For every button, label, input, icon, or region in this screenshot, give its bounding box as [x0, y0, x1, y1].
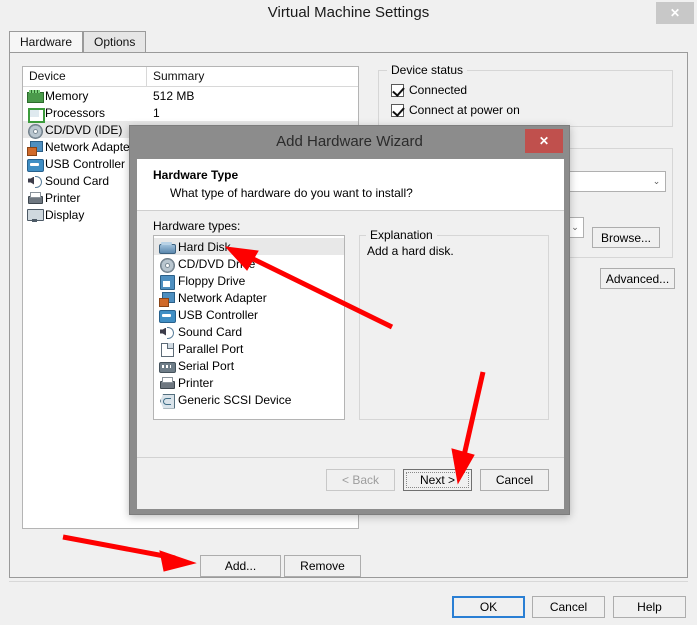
chevron-down-icon[interactable]: ⌄: [648, 172, 665, 191]
device-status-group: Device status Connected Connect at power…: [378, 63, 673, 127]
cancel-button[interactable]: Cancel: [532, 596, 605, 618]
checkbox-connected[interactable]: Connected: [391, 83, 467, 97]
device-name: Sound Card: [45, 173, 110, 188]
hardware-type-network-adapter[interactable]: Network Adapter: [154, 289, 344, 307]
device-summary: 512 MB: [153, 88, 195, 103]
column-header-summary[interactable]: Summary: [147, 67, 358, 86]
hard-disk-icon: [159, 240, 176, 254]
wizard-subheading: What type of hardware do you want to ins…: [170, 186, 413, 200]
device-row-memory[interactable]: Memory 512 MB: [23, 87, 358, 104]
hardware-type-label: Floppy Drive: [178, 273, 246, 288]
wizard-next-button[interactable]: Next >: [403, 469, 472, 491]
cd-dvd-icon: [27, 123, 43, 139]
checkbox-label: Connected: [409, 83, 468, 97]
explanation-text: Add a hard disk.: [367, 244, 454, 258]
hardware-type-hard-disk[interactable]: Hard Disk: [154, 238, 344, 255]
window-title: Virtual Machine Settings: [267, 4, 430, 21]
device-name: Printer: [45, 190, 81, 205]
ok-button[interactable]: OK: [452, 596, 525, 618]
device-name: Processors: [45, 105, 106, 120]
explanation-legend: Explanation: [366, 228, 437, 242]
wizard-back-button[interactable]: < Back: [326, 469, 395, 491]
hardware-type-floppy-drive[interactable]: Floppy Drive: [154, 272, 344, 290]
tab-options[interactable]: Options: [83, 31, 147, 53]
hardware-types-list[interactable]: Hard Disk CD/DVD Drive Floppy Drive Netw…: [153, 235, 345, 420]
hardware-type-usb-controller[interactable]: USB Controller: [154, 306, 344, 323]
memory-icon: [27, 89, 44, 103]
wizard-close-icon[interactable]: ✕: [525, 129, 563, 153]
window-titlebar: Virtual Machine Settings ✕: [0, 0, 697, 27]
checkbox-icon[interactable]: [391, 83, 404, 97]
hardware-type-sound-card[interactable]: Sound Card: [154, 323, 344, 340]
help-button[interactable]: Help: [613, 596, 686, 618]
hardware-type-serial-port[interactable]: Serial Port: [154, 357, 344, 374]
wizard-footer-divider: [137, 457, 564, 458]
checkbox-icon[interactable]: [391, 103, 404, 117]
hardware-types-label: Hardware types:: [153, 219, 241, 233]
checkbox-connect-at-power-on[interactable]: Connect at power on: [391, 103, 520, 117]
checkbox-label: Connect at power on: [409, 103, 520, 117]
explanation-group: Explanation Add a hard disk.: [359, 228, 549, 420]
network-adapter-icon: [27, 140, 43, 156]
generic-scsi-icon: [159, 393, 174, 407]
add-hardware-wizard-dialog: Add Hardware Wizard ✕ Hardware Type What…: [129, 125, 570, 515]
device-name: Network Adapter: [45, 139, 134, 154]
close-icon[interactable]: ✕: [656, 2, 694, 24]
device-row-processors[interactable]: Processors 1: [23, 104, 358, 123]
hardware-type-label: USB Controller: [178, 307, 259, 322]
connection-combo-top[interactable]: ⌄: [566, 171, 666, 192]
usb-controller-icon: [159, 308, 176, 323]
cd-dvd-drive-icon: [159, 257, 175, 273]
browse-button[interactable]: Browse...: [592, 227, 660, 248]
parallel-port-icon: [159, 342, 174, 357]
add-button[interactable]: Add...: [200, 555, 281, 577]
wizard-titlebar: Add Hardware Wizard ✕: [130, 126, 569, 159]
sound-card-icon: [159, 325, 174, 339]
tab-hardware[interactable]: Hardware: [9, 31, 84, 54]
wizard-header: Hardware Type What type of hardware do y…: [137, 159, 564, 211]
wizard-cancel-button[interactable]: Cancel: [480, 469, 549, 491]
hardware-type-label: Network Adapter: [178, 290, 267, 305]
sound-card-icon: [27, 174, 42, 188]
serial-port-icon: [159, 359, 176, 373]
printer-icon: [159, 376, 175, 390]
device-status-legend: Device status: [387, 63, 468, 77]
hardware-type-label: Parallel Port: [178, 341, 244, 356]
hardware-type-label: Hard Disk: [178, 239, 231, 254]
device-summary: 1: [153, 105, 160, 120]
floppy-drive-icon: [159, 274, 175, 290]
wizard-body: Hardware types: Hard Disk CD/DVD Drive F…: [137, 211, 564, 509]
hardware-type-label: Generic SCSI Device: [178, 392, 292, 407]
hardware-type-label: Printer: [178, 375, 214, 390]
advanced-button[interactable]: Advanced...: [600, 268, 675, 289]
device-name: USB Controller: [45, 156, 126, 171]
network-adapter-icon: [159, 291, 175, 307]
hardware-type-label: Sound Card: [178, 324, 243, 339]
processor-icon: [27, 106, 45, 123]
hardware-type-cd-dvd-drive[interactable]: CD/DVD Drive: [154, 255, 344, 273]
device-list-header: Device Summary: [23, 67, 358, 87]
usb-controller-icon: [27, 157, 44, 172]
footer-divider: [9, 581, 688, 582]
hardware-type-parallel-port[interactable]: Parallel Port: [154, 340, 344, 357]
column-header-device[interactable]: Device: [23, 67, 147, 86]
hardware-type-generic-scsi-device[interactable]: Generic SCSI Device: [154, 391, 344, 408]
remove-button[interactable]: Remove: [284, 555, 361, 577]
device-name: Display: [45, 207, 85, 222]
hardware-type-printer[interactable]: Printer: [154, 374, 344, 391]
device-name: CD/DVD (IDE): [45, 122, 123, 137]
wizard-heading: Hardware Type: [153, 168, 239, 182]
display-icon: [27, 208, 44, 222]
hardware-type-label: Serial Port: [178, 358, 235, 373]
tab-strip: Hardware Options: [9, 31, 688, 54]
wizard-title: Add Hardware Wizard: [276, 133, 423, 150]
printer-icon: [27, 191, 43, 205]
hardware-type-label: CD/DVD Drive: [178, 256, 256, 271]
device-name: Memory: [45, 88, 89, 103]
